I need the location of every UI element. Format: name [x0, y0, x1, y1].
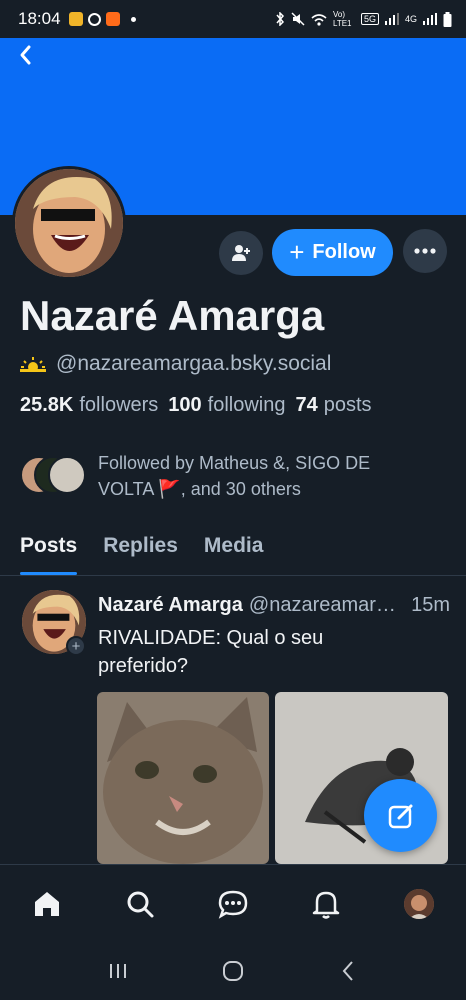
nav-chat[interactable]	[208, 879, 258, 929]
bottom-nav	[0, 864, 466, 942]
recent-apps-icon	[109, 964, 126, 978]
back-nav-button[interactable]	[328, 951, 368, 991]
nav-profile[interactable]	[394, 879, 444, 929]
profile-handle: @nazareamargaa.bsky.social	[56, 352, 332, 375]
nav-home[interactable]	[22, 879, 72, 929]
stats-row: 25.8K followers 100 following 74 posts	[20, 394, 372, 417]
reddit-icon	[87, 12, 101, 26]
posts-count: 74	[295, 394, 318, 416]
android-nav-bar	[0, 942, 466, 1000]
followed-by[interactable]: Followed by Matheus &, SIGO DE VOLTA 🚩, …	[20, 450, 428, 502]
wifi-icon	[311, 13, 327, 26]
compose-button[interactable]	[364, 779, 437, 852]
compose-icon	[388, 804, 412, 828]
profile-tabs: Posts Replies Media	[0, 528, 466, 576]
add-user-icon	[232, 245, 250, 261]
avatar	[48, 456, 86, 494]
battery-icon	[443, 11, 452, 27]
add-user-button[interactable]	[219, 231, 263, 275]
followers-label: followers	[79, 394, 159, 416]
nav-notifications[interactable]	[301, 879, 351, 929]
home-button[interactable]	[213, 951, 253, 991]
home-icon	[34, 891, 59, 916]
home-circle-icon	[222, 961, 243, 981]
tab-posts[interactable]: Posts	[20, 528, 78, 575]
back-icon	[342, 961, 354, 981]
search-icon	[127, 891, 154, 917]
app-icon	[105, 12, 120, 26]
sunrise-icon	[20, 357, 46, 372]
post-header: Nazaré Amarga @nazareamargaa.bsky.social…	[98, 594, 450, 617]
display-name: Nazaré Amarga	[20, 292, 325, 339]
avatar-image	[15, 169, 123, 277]
back-button[interactable]	[12, 42, 38, 68]
cat-image	[97, 692, 269, 864]
post-image-cat[interactable]	[97, 692, 269, 864]
post-author-handle[interactable]: @nazareamargaa.bsky.social	[249, 594, 401, 617]
network-label-5g: 5G	[360, 13, 379, 25]
signal-icon	[384, 13, 399, 25]
handle-row: @nazareamargaa.bsky.social	[20, 352, 331, 376]
app-notification-icon	[68, 12, 83, 26]
following-label: following	[207, 394, 286, 416]
plus-icon[interactable]: +	[66, 636, 86, 656]
followers-avatar-stack	[20, 456, 86, 498]
avatar-image	[404, 888, 435, 919]
followers-count: 25.8K	[20, 394, 74, 416]
chevron-left-icon	[20, 45, 31, 65]
bell-icon	[312, 891, 340, 919]
more-button[interactable]	[403, 229, 447, 273]
bluetooth-icon	[276, 12, 284, 26]
avatar	[404, 888, 435, 919]
status-bar: 18:04 Vo) LTE1 5G 4G	[0, 0, 466, 38]
chat-icon	[218, 890, 248, 919]
plus-icon: +	[289, 236, 305, 267]
posts-label: posts	[323, 394, 372, 416]
signal-icon	[423, 13, 437, 25]
post-timestamp: 15m	[411, 594, 450, 616]
tab-media[interactable]: Media	[204, 528, 264, 575]
more-icon	[414, 248, 436, 254]
recent-apps-button[interactable]	[98, 951, 138, 991]
nav-search[interactable]	[115, 879, 165, 929]
following-stat[interactable]: 100 following	[168, 394, 285, 417]
post-author-name[interactable]: Nazaré Amarga	[98, 594, 243, 617]
following-count: 100	[168, 394, 202, 416]
follow-label: Follow	[312, 241, 376, 263]
status-right: Vo) LTE1 5G 4G	[275, 0, 452, 38]
post-text: RIVALIDADE: Qual o seu preferido?	[98, 627, 324, 677]
network-label-volte: Vo) LTE1	[332, 10, 352, 28]
posts-stat: 74 posts	[296, 394, 372, 417]
status-dot	[130, 16, 136, 22]
status-left-icons	[68, 12, 136, 26]
network-label-4g: 4G	[404, 14, 417, 24]
tab-replies[interactable]: Replies	[103, 528, 178, 575]
followers-stat[interactable]: 25.8K followers	[20, 394, 158, 417]
status-time: 18:04	[18, 9, 61, 28]
followed-by-text: Followed by Matheus &, SIGO DE VOLTA 🚩, …	[98, 453, 371, 499]
profile-avatar[interactable]	[12, 166, 126, 280]
follow-button[interactable]: + Follow	[272, 229, 393, 276]
mute-icon	[291, 12, 305, 26]
